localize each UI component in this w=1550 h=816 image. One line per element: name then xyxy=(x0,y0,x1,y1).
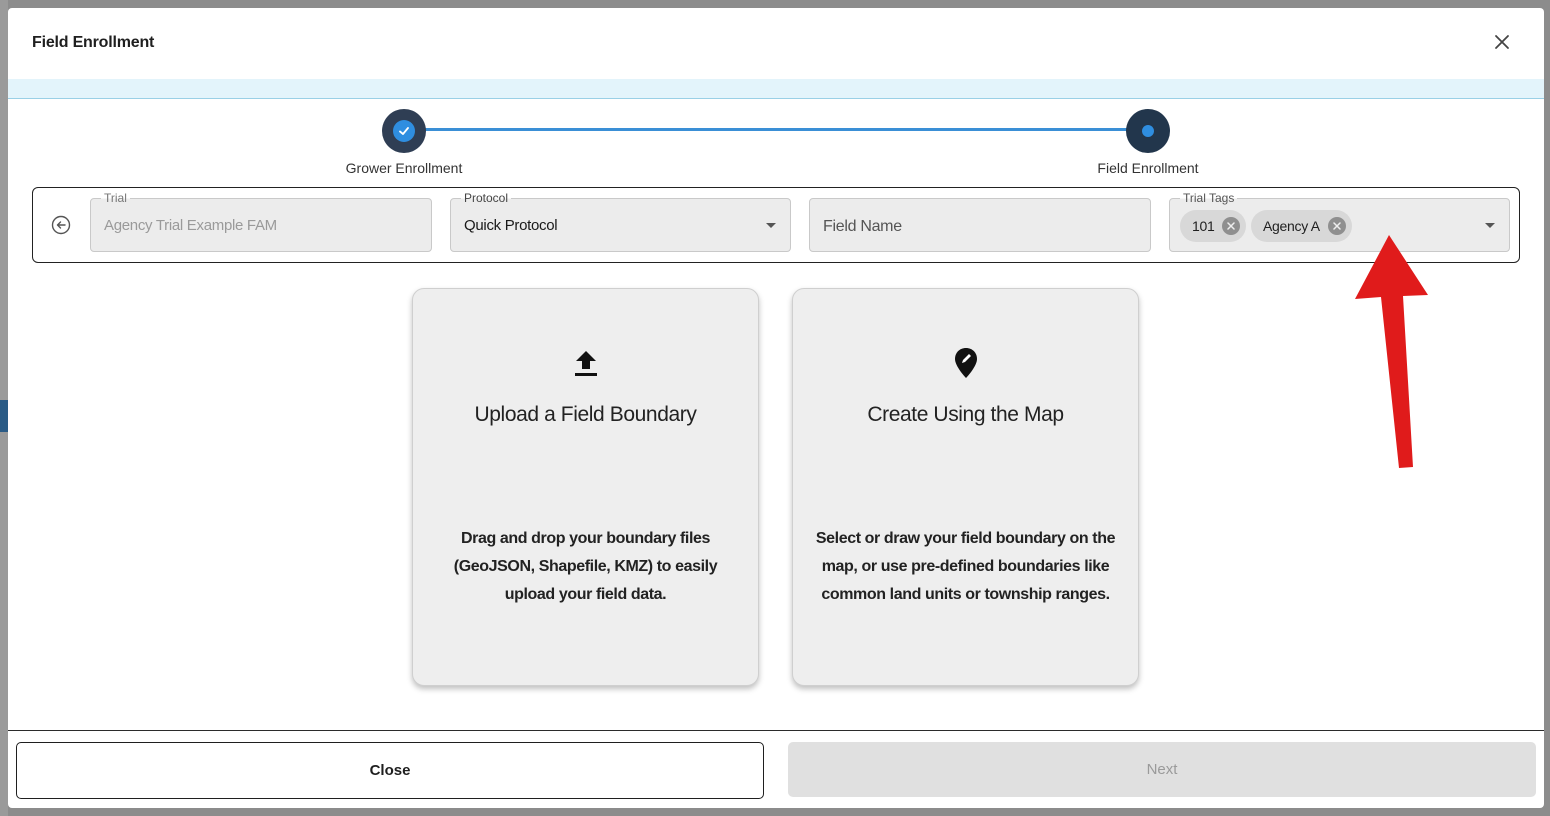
footer-divider xyxy=(8,730,1544,731)
map-card-title: Create Using the Map xyxy=(867,403,1064,426)
trial-tags-select[interactable]: Trial Tags 101 Agency A xyxy=(1169,191,1510,252)
stepper-connector xyxy=(405,128,1149,131)
tag-chip-label: Agency A xyxy=(1263,218,1320,234)
field-form-row: Trial Agency Trial Example FAM Protocol … xyxy=(32,187,1520,263)
modal-header: Field Enrollment xyxy=(8,8,1544,79)
stepper: Grower Enrollment Field Enrollment xyxy=(8,99,1544,187)
check-icon xyxy=(393,120,415,142)
tag-chip[interactable]: 101 xyxy=(1180,210,1247,242)
step-node-grower-enrollment[interactable] xyxy=(382,109,426,153)
step-node-field-enrollment xyxy=(1126,109,1170,153)
background-highlight xyxy=(0,400,8,432)
back-arrow-icon[interactable] xyxy=(51,215,71,235)
chevron-down-icon[interactable] xyxy=(1485,223,1495,228)
trial-field: Trial Agency Trial Example FAM xyxy=(90,191,432,252)
field-enrollment-modal: Field Enrollment Grower Enrollment Field… xyxy=(8,8,1544,808)
upload-card-description: Drag and drop your boundary files (GeoJS… xyxy=(453,530,718,603)
active-dot-icon xyxy=(1142,125,1154,137)
upload-boundary-card[interactable]: Upload a Field Boundary Drag and drop yo… xyxy=(412,288,759,686)
protocol-select[interactable]: Protocol Quick Protocol xyxy=(450,191,791,252)
upload-icon xyxy=(571,347,601,379)
tag-chip-label: 101 xyxy=(1192,218,1215,234)
field-name-placeholder: Field Name xyxy=(823,218,902,235)
info-bar xyxy=(8,79,1544,99)
map-pin-edit-icon xyxy=(951,347,981,379)
trial-value: Agency Trial Example FAM xyxy=(104,217,277,234)
map-card-description: Select or draw your field boundary on th… xyxy=(815,530,1116,603)
upload-card-title: Upload a Field Boundary xyxy=(474,403,697,426)
remove-tag-icon[interactable] xyxy=(1222,217,1241,235)
create-map-card[interactable]: Create Using the Map Select or draw your… xyxy=(792,288,1139,686)
step-label-grower-enrollment: Grower Enrollment xyxy=(345,160,463,176)
close-button[interactable]: Close xyxy=(16,742,764,799)
trial-tags-label: Trial Tags xyxy=(1180,191,1238,205)
remove-tag-icon[interactable] xyxy=(1327,217,1346,235)
trial-label: Trial xyxy=(101,191,130,205)
protocol-value: Quick Protocol xyxy=(464,217,558,234)
next-button[interactable]: Next xyxy=(788,742,1536,797)
tag-chip[interactable]: Agency A xyxy=(1251,210,1352,242)
chevron-down-icon[interactable] xyxy=(766,223,776,228)
field-name-input[interactable]: Field Name xyxy=(809,198,1151,252)
protocol-label: Protocol xyxy=(461,191,512,205)
close-icon[interactable] xyxy=(1490,30,1514,54)
modal-title: Field Enrollment xyxy=(32,34,155,51)
step-label-field-enrollment: Field Enrollment xyxy=(1097,160,1199,176)
